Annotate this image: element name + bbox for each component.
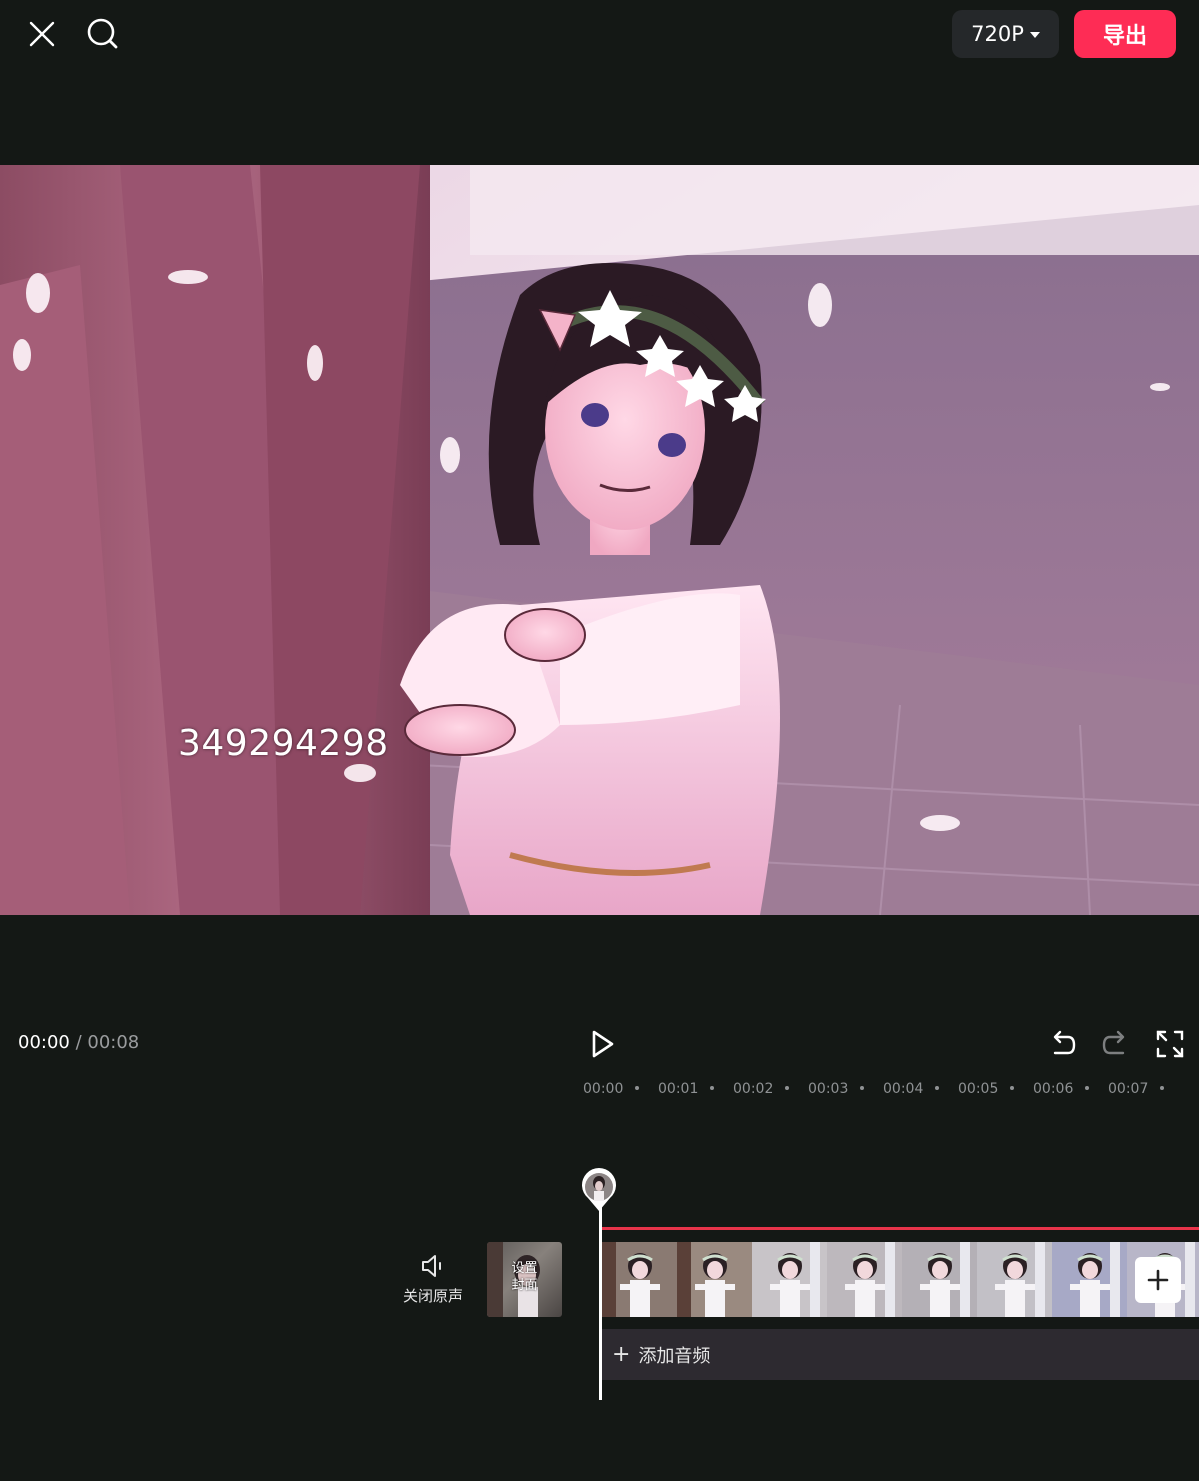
ruler-tick-label: 00:02 [733,1081,774,1097]
clip-thumbnail [902,1242,977,1317]
play-icon[interactable] [585,1026,619,1062]
clip-thumbnail [827,1242,902,1317]
clip-thumbnail [602,1242,677,1317]
plus-icon [1147,1269,1169,1291]
ruler-dot [710,1086,714,1090]
ruler-tick-label: 00:05 [958,1081,999,1097]
total-time: 00:08 [87,1032,140,1053]
current-time: 00:00 [18,1032,70,1053]
clip-thumbnail [752,1242,827,1317]
clip-thumbnail [977,1242,1052,1317]
ruler-tick-label: 00:04 [883,1081,924,1097]
time-display: 00:00 / 00:08 [18,1032,139,1053]
time-separator: / [69,1032,88,1053]
export-button[interactable]: 导出 [1074,10,1176,58]
ruler-dot [1160,1086,1164,1090]
ruler-dot [1010,1086,1014,1090]
mute-label: 关闭原声 [402,1287,463,1305]
speaker-icon [422,1255,441,1277]
track-indicator-line [600,1227,1199,1230]
ruler-tick-label: 00:01 [658,1081,699,1097]
close-icon[interactable] [22,14,62,54]
ruler-dot [1085,1086,1089,1090]
playhead-handle[interactable] [580,1168,618,1212]
timeline[interactable]: 00:00 00:01 00:02 00:03 00:04 00:05 00:06 00:07… [0,1073,1199,1481]
ruler-dot [860,1086,864,1090]
clip-thumbnail [1052,1242,1127,1317]
add-audio-button[interactable]: + 添加音频 [602,1329,1199,1380]
export-label: 导出 [1102,24,1147,49]
ruler-tick-label: 00:07 [1108,1081,1149,1097]
plus-icon: + [612,1342,631,1367]
preview-frame-image [0,165,1199,915]
search-icon[interactable] [82,12,124,54]
clip-thumbnail [677,1242,752,1317]
ruler-dot [785,1086,789,1090]
video-clip-track[interactable] [602,1242,1199,1317]
resolution-dropdown[interactable]: 720P [952,10,1059,58]
cover-label-line2: 封面 [511,1278,538,1293]
ruler-tick-label: 00:06 [1033,1081,1074,1097]
playback-controls: 00:00 / 00:08 [0,1020,1199,1070]
add-clip-button[interactable] [1135,1257,1181,1303]
set-cover-button[interactable]: 设置 封面 [487,1242,562,1317]
top-bar: 720P 导出 [0,0,1199,70]
video-preview[interactable]: 349294298 [0,165,1199,915]
add-audio-label: 添加音频 [638,1345,711,1367]
ruler-tick-label: 00:03 [808,1081,849,1097]
ruler-dot [935,1086,939,1090]
undo-icon[interactable] [1046,1028,1078,1060]
playhead-line[interactable] [599,1183,602,1400]
mute-original-sound-button[interactable]: 关闭原声 [398,1253,468,1313]
ruler-tick-label: 00:00 [583,1081,624,1097]
resolution-label: 720P [971,22,1024,46]
fullscreen-icon[interactable] [1154,1028,1186,1060]
preview-text-overlay[interactable]: 349294298 [178,723,389,764]
caret-down-icon [1029,32,1040,38]
redo-icon[interactable] [1100,1028,1132,1060]
ruler-dot [635,1086,639,1090]
cover-label-line1: 设置 [511,1261,538,1276]
